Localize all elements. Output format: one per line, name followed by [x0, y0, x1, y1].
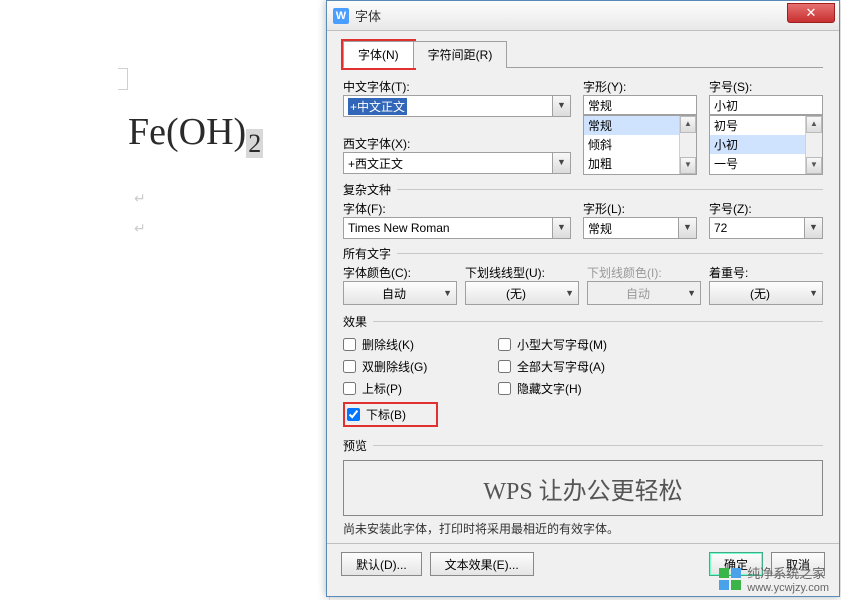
emphasis-dropdown[interactable]: (无) ▼	[709, 281, 823, 305]
font-note: 尚未安装此字体，打印时将采用最相近的有效字体。	[343, 520, 823, 537]
scroll-up-icon[interactable]: ▲	[806, 116, 822, 133]
underline-color-value: 自动	[626, 285, 650, 302]
size-input[interactable]: 小初	[709, 95, 823, 115]
chevron-down-icon: ▼	[804, 218, 822, 238]
strikethrough-checkbox[interactable]: 删除线(K)	[343, 336, 438, 353]
cs-style-label: 字形(L):	[583, 200, 697, 217]
size-value: 小初	[714, 97, 738, 114]
font-color-value: 自动	[382, 285, 406, 302]
chevron-down-icon: ▼	[678, 218, 696, 238]
watermark-line1: 纯净系统之家	[747, 563, 829, 582]
font-color-dropdown[interactable]: 自动 ▼	[343, 281, 457, 305]
cs-font-label: 字体(F):	[343, 200, 571, 217]
chevron-down-icon: ▼	[552, 96, 570, 116]
chevron-down-icon: ▼	[443, 288, 452, 298]
chevron-down-icon: ▼	[809, 288, 818, 298]
cs-size-value: 72	[714, 221, 727, 235]
latin-font-combo[interactable]: +西文正文 ▼	[343, 152, 571, 174]
paragraph-mark: ↵	[134, 220, 146, 237]
emphasis-label: 着重号:	[709, 264, 823, 281]
chevron-down-icon: ▼	[552, 153, 570, 173]
text-effects-button[interactable]: 文本效果(E)...	[430, 552, 534, 576]
effects-label: 效果	[343, 313, 367, 330]
page-corner-mark	[118, 68, 128, 90]
dbl-strike-checkbox[interactable]: 双删除线(G)	[343, 358, 438, 375]
cjk-font-combo[interactable]: +中文正文 ▼	[343, 95, 571, 117]
subscript-checkbox[interactable]: 下标(B)	[347, 406, 406, 423]
watermark-icon	[719, 568, 741, 590]
style-input[interactable]: 常规	[583, 95, 697, 115]
watermark: 纯净系统之家 www.ycwjzy.com	[719, 563, 829, 594]
formula-subscript: 2	[246, 129, 263, 158]
document-text[interactable]: Fe(OH)2	[128, 110, 263, 159]
scroll-down-icon[interactable]: ▼	[680, 157, 696, 174]
dialog-title: 字体	[355, 6, 381, 25]
all-text-label: 所有文字	[343, 245, 391, 262]
tab-bar: 字体(N) 字符间距(R)	[343, 41, 823, 68]
font-dialog: W 字体 ✕ 字体(N) 字符间距(R) 中文字体(T): +中文正文 ▼ 西文…	[326, 0, 840, 597]
preview-text: WPS 让办公更轻松	[483, 471, 682, 506]
cs-style-value: 常规	[588, 220, 612, 237]
style-label: 字形(Y):	[583, 78, 697, 95]
superscript-checkbox[interactable]: 上标(P)	[343, 380, 438, 397]
underline-style-label: 下划线线型(U):	[465, 264, 579, 281]
underline-color-label: 下划线颜色(I):	[587, 264, 701, 281]
preview-label: 预览	[343, 437, 367, 454]
font-color-label: 字体颜色(C):	[343, 264, 457, 281]
app-icon: W	[333, 8, 349, 24]
paragraph-mark: ↵	[134, 190, 146, 207]
titlebar[interactable]: W 字体 ✕	[327, 1, 839, 31]
document-area: Fe(OH)2 ↵ ↵	[0, 0, 330, 600]
default-button[interactable]: 默认(D)...	[341, 552, 422, 576]
hidden-checkbox[interactable]: 隐藏文字(H)	[498, 380, 607, 397]
cs-style-combo[interactable]: 常规 ▼	[583, 217, 697, 239]
all-caps-checkbox[interactable]: 全部大写字母(A)	[498, 358, 607, 375]
cs-font-value: Times New Roman	[348, 221, 450, 235]
scroll-down-icon[interactable]: ▼	[806, 157, 822, 174]
underline-style-value: (无)	[506, 285, 526, 302]
underline-style-dropdown[interactable]: (无) ▼	[465, 281, 579, 305]
tab-font[interactable]: 字体(N)	[343, 41, 414, 68]
complex-script-label: 复杂文种	[343, 181, 391, 198]
cs-font-combo[interactable]: Times New Roman ▼	[343, 217, 571, 239]
small-caps-checkbox[interactable]: 小型大写字母(M)	[498, 336, 607, 353]
preview-box: WPS 让办公更轻松	[343, 460, 823, 516]
latin-font-label: 西文字体(X):	[343, 135, 571, 152]
style-listbox[interactable]: 常规 倾斜 加粗 ▲ ▼	[583, 115, 697, 175]
chevron-down-icon: ▼	[565, 288, 574, 298]
underline-color-dropdown: 自动 ▼	[587, 281, 701, 305]
subscript-highlight: 下标(B)	[343, 402, 438, 427]
watermark-line2: www.ycwjzy.com	[747, 582, 829, 594]
chevron-down-icon: ▼	[552, 218, 570, 238]
latin-font-value: +西文正文	[348, 155, 403, 172]
tab-spacing[interactable]: 字符间距(R)	[413, 41, 508, 68]
style-value: 常规	[588, 97, 612, 114]
cjk-font-label: 中文字体(T):	[343, 78, 571, 95]
scrollbar[interactable]: ▲ ▼	[679, 116, 696, 174]
formula-main: Fe(OH)	[128, 111, 246, 153]
size-listbox[interactable]: 初号 小初 一号 ▲ ▼	[709, 115, 823, 175]
cjk-font-value: +中文正文	[348, 98, 407, 115]
chevron-down-icon: ▼	[687, 288, 696, 298]
emphasis-value: (无)	[750, 285, 770, 302]
size-label: 字号(S):	[709, 78, 823, 95]
scroll-up-icon[interactable]: ▲	[680, 116, 696, 133]
cs-size-label: 字号(Z):	[709, 200, 823, 217]
cs-size-combo[interactable]: 72 ▼	[709, 217, 823, 239]
scrollbar[interactable]: ▲ ▼	[805, 116, 822, 174]
close-button[interactable]: ✕	[787, 3, 835, 23]
